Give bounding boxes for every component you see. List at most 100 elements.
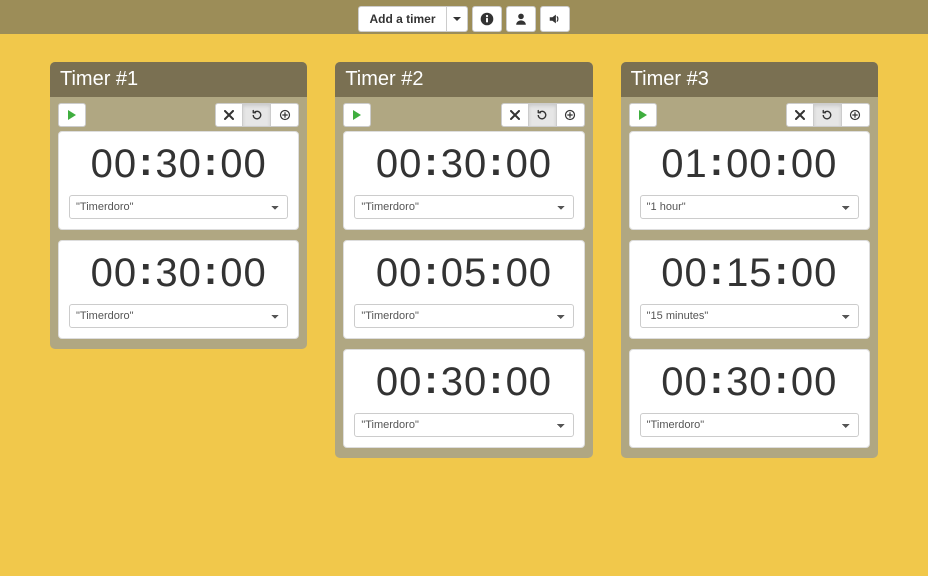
time-hours: 00 — [661, 360, 708, 405]
delete-button[interactable] — [501, 103, 529, 127]
time-seconds: 00 — [220, 251, 267, 296]
timer-action-group — [501, 103, 585, 127]
time-minutes: 30 — [155, 142, 202, 187]
timer-segment: 00:30:00 "Timerdoro" — [343, 131, 584, 230]
timer-controls — [50, 97, 307, 131]
preset-select[interactable]: "1 hour" — [640, 195, 859, 219]
colon: : — [708, 358, 726, 403]
timer-segment: 00:30:00 "Timerdoro" — [629, 349, 870, 448]
timer-segment: 00:05:00 "Timerdoro" — [343, 240, 584, 339]
timer-action-group — [786, 103, 870, 127]
play-button[interactable] — [58, 103, 86, 127]
colon: : — [202, 140, 220, 185]
close-icon — [795, 110, 805, 120]
time-minutes: 00 — [726, 142, 773, 187]
add-timer-button[interactable]: Add a timer — [358, 6, 445, 32]
close-icon — [224, 110, 234, 120]
reset-button[interactable] — [529, 103, 557, 127]
time-seconds: 00 — [506, 360, 553, 405]
colon: : — [773, 249, 791, 294]
timer-title: Timer #1 — [50, 62, 307, 97]
colon: : — [487, 140, 505, 185]
delete-button[interactable] — [786, 103, 814, 127]
plus-circle-icon — [849, 109, 861, 121]
time-minutes: 15 — [726, 251, 773, 296]
preset-select[interactable]: "Timerdoro" — [640, 413, 859, 437]
colon: : — [137, 249, 155, 294]
timer-action-group — [215, 103, 299, 127]
time-hours: 00 — [91, 142, 138, 187]
colon: : — [137, 140, 155, 185]
time-display: 00:15:00 — [640, 251, 859, 296]
add-timer-dropdown-toggle[interactable] — [446, 6, 468, 32]
info-button[interactable] — [472, 6, 502, 32]
volume-icon — [548, 12, 562, 26]
timer-segment: 00:30:00 "Timerdoro" — [58, 131, 299, 230]
time-seconds: 00 — [791, 360, 838, 405]
refresh-icon — [821, 109, 833, 121]
delete-button[interactable] — [215, 103, 243, 127]
sound-button[interactable] — [540, 6, 570, 32]
time-seconds: 00 — [791, 251, 838, 296]
timer-panel: Timer #3 01:00:00 "1 hour" 00:15:00 "15 … — [621, 62, 878, 458]
time-hours: 00 — [91, 251, 138, 296]
preset-select[interactable]: "Timerdoro" — [354, 413, 573, 437]
time-hours: 00 — [376, 251, 423, 296]
play-button[interactable] — [343, 103, 371, 127]
timer-segment: 01:00:00 "1 hour" — [629, 131, 870, 230]
time-minutes: 05 — [441, 251, 488, 296]
colon: : — [487, 358, 505, 403]
colon: : — [487, 249, 505, 294]
colon: : — [773, 358, 791, 403]
colon: : — [422, 140, 440, 185]
timer-segment: 00:30:00 "Timerdoro" — [58, 240, 299, 339]
time-display: 01:00:00 — [640, 142, 859, 187]
preset-select[interactable]: "Timerdoro" — [354, 304, 573, 328]
timer-title: Timer #2 — [335, 62, 592, 97]
add-segment-button[interactable] — [557, 103, 585, 127]
timers-container: Timer #1 00:30:00 "Timerdoro" 00:30:00 "… — [0, 34, 928, 486]
info-circle-icon — [480, 12, 494, 26]
time-display: 00:30:00 — [69, 142, 288, 187]
timer-panel: Timer #2 00:30:00 "Timerdoro" 00:05:00 "… — [335, 62, 592, 458]
timer-controls — [621, 97, 878, 131]
timer-segment: 00:15:00 "15 minutes" — [629, 240, 870, 339]
user-button[interactable] — [506, 6, 536, 32]
play-icon — [68, 110, 76, 120]
reset-button[interactable] — [243, 103, 271, 127]
preset-select[interactable]: "Timerdoro" — [69, 195, 288, 219]
time-display: 00:05:00 — [354, 251, 573, 296]
colon: : — [773, 140, 791, 185]
top-toolbar: Add a timer — [0, 0, 928, 34]
add-segment-button[interactable] — [271, 103, 299, 127]
caret-down-icon — [453, 17, 461, 21]
time-seconds: 00 — [506, 251, 553, 296]
play-icon — [353, 110, 361, 120]
play-icon — [639, 110, 647, 120]
colon: : — [422, 358, 440, 403]
add-segment-button[interactable] — [842, 103, 870, 127]
time-minutes: 30 — [726, 360, 773, 405]
time-display: 00:30:00 — [354, 142, 573, 187]
time-seconds: 00 — [791, 142, 838, 187]
reset-button[interactable] — [814, 103, 842, 127]
time-seconds: 00 — [220, 142, 267, 187]
plus-circle-icon — [279, 109, 291, 121]
time-display: 00:30:00 — [640, 360, 859, 405]
timer-title: Timer #3 — [621, 62, 878, 97]
time-display: 00:30:00 — [69, 251, 288, 296]
preset-select[interactable]: "Timerdoro" — [354, 195, 573, 219]
close-icon — [510, 110, 520, 120]
time-minutes: 30 — [441, 360, 488, 405]
colon: : — [708, 249, 726, 294]
segments-list: 00:30:00 "Timerdoro" 00:05:00 "Timerdoro… — [335, 131, 592, 458]
colon: : — [202, 249, 220, 294]
play-button[interactable] — [629, 103, 657, 127]
plus-circle-icon — [564, 109, 576, 121]
preset-select[interactable]: "15 minutes" — [640, 304, 859, 328]
time-display: 00:30:00 — [354, 360, 573, 405]
preset-select[interactable]: "Timerdoro" — [69, 304, 288, 328]
timer-segment: 00:30:00 "Timerdoro" — [343, 349, 584, 448]
time-minutes: 30 — [155, 251, 202, 296]
refresh-icon — [251, 109, 263, 121]
